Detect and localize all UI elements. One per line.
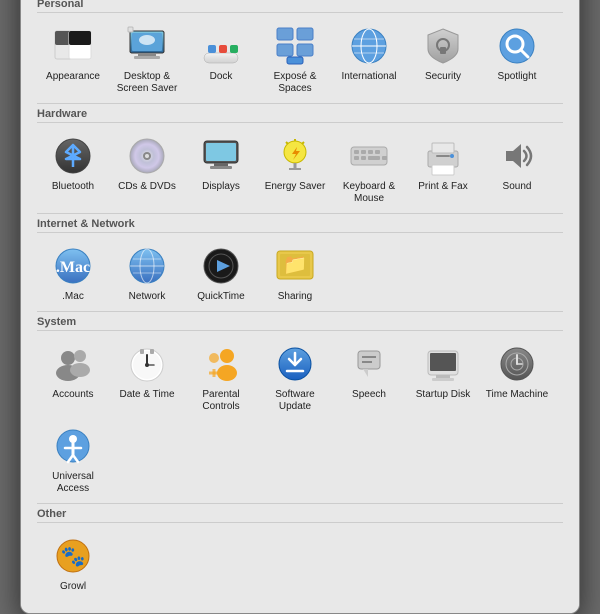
section-label-personal: Personal <box>37 0 563 13</box>
pref-item-datetime[interactable]: Date & Time <box>111 337 183 417</box>
international-icon <box>346 23 392 69</box>
svg-text:📁: 📁 <box>283 254 308 276</box>
software-icon <box>272 341 318 387</box>
desktop-label: Desktop & Screen Saver <box>113 71 181 95</box>
network-icon <box>124 243 170 289</box>
software-label: Software Update <box>261 389 329 413</box>
datetime-icon <box>124 341 170 387</box>
pref-item-dock[interactable]: Dock <box>185 19 257 99</box>
expose-icon <box>272 23 318 69</box>
pref-item-security[interactable]: Security <box>407 19 479 99</box>
section-label-internet: Internet & Network <box>37 218 563 233</box>
bluetooth-label: Bluetooth <box>52 181 94 193</box>
spotlight-label: Spotlight <box>498 71 537 83</box>
energy-icon <box>272 133 318 179</box>
quicktime-icon <box>198 243 244 289</box>
pref-item-mac[interactable]: .Mac .Mac <box>37 239 109 307</box>
pref-item-growl[interactable]: 🐾 Growl <box>37 529 109 597</box>
displays-icon <box>198 133 244 179</box>
displays-label: Displays <box>202 181 240 193</box>
pref-item-appearance[interactable]: Appearance <box>37 19 109 99</box>
pref-item-sound[interactable]: Sound <box>481 129 553 209</box>
pref-item-printfax[interactable]: Print & Fax <box>407 129 479 209</box>
startup-label: Startup Disk <box>416 389 470 401</box>
pref-item-software[interactable]: Software Update <box>259 337 331 417</box>
pref-item-expose[interactable]: Exposé & Spaces <box>259 19 331 99</box>
timemachine-icon <box>494 341 540 387</box>
system-preferences-window: System Preferences ◀ ▶ Show All 🔍 Person… <box>20 0 580 614</box>
sound-icon <box>494 133 540 179</box>
security-label: Security <box>425 71 461 83</box>
keyboard-label: Keyboard & Mouse <box>335 181 403 205</box>
spotlight-icon <box>494 23 540 69</box>
svg-text:🐾: 🐾 <box>61 546 86 568</box>
startup-icon <box>420 341 466 387</box>
svg-text:.Mac: .Mac <box>56 259 90 276</box>
mac-label: .Mac <box>62 291 84 303</box>
section-grid-other: 🐾 Growl <box>37 529 563 597</box>
section-grid-system: Accounts Date & Time Parental ControlsSoft… <box>37 337 563 499</box>
pref-item-quicktime[interactable]: QuickTime <box>185 239 257 307</box>
parental-icon <box>198 341 244 387</box>
network-label: Network <box>129 291 166 303</box>
pref-item-energy[interactable]: Energy Saver <box>259 129 331 209</box>
growl-icon: 🐾 <box>50 533 96 579</box>
mac-icon: .Mac <box>50 243 96 289</box>
pref-item-speech[interactable]: Speech <box>333 337 405 417</box>
speech-icon <box>346 341 392 387</box>
dock-icon <box>198 23 244 69</box>
pref-item-accounts[interactable]: Accounts <box>37 337 109 417</box>
quicktime-label: QuickTime <box>197 291 244 303</box>
sharing-icon: 📁 <box>272 243 318 289</box>
pref-item-cds[interactable]: CDs & DVDs <box>111 129 183 209</box>
growl-label: Growl <box>60 581 86 593</box>
sharing-label: Sharing <box>278 291 312 303</box>
printfax-label: Print & Fax <box>418 181 467 193</box>
bluetooth-icon <box>50 133 96 179</box>
pref-item-sharing[interactable]: 📁 Sharing <box>259 239 331 307</box>
energy-label: Energy Saver <box>265 181 326 193</box>
timemachine-label: Time Machine <box>486 389 548 401</box>
pref-item-international[interactable]: International <box>333 19 405 99</box>
pref-item-timemachine[interactable]: Time Machine <box>481 337 553 417</box>
appearance-icon <box>50 23 96 69</box>
pref-item-startup[interactable]: Startup Disk <box>407 337 479 417</box>
pref-item-universal[interactable]: Universal Access <box>37 419 109 499</box>
section-label-other: Other <box>37 508 563 523</box>
universal-label: Universal Access <box>39 471 107 495</box>
international-label: International <box>341 71 396 83</box>
section-grid-hardware: Bluetooth CDs & DVDs Displays Energy Saver K… <box>37 129 563 209</box>
accounts-icon <box>50 341 96 387</box>
sound-label: Sound <box>503 181 532 193</box>
pref-item-parental[interactable]: Parental Controls <box>185 337 257 417</box>
desktop-icon <box>124 23 170 69</box>
section-grid-internet: .Mac .Mac Network QuickTime 📁 Sharing <box>37 239 563 307</box>
datetime-label: Date & Time <box>119 389 174 401</box>
preferences-content: Personal Appearance Desktop & Screen Saver… <box>21 0 579 613</box>
accounts-label: Accounts <box>52 389 93 401</box>
dock-label: Dock <box>210 71 233 83</box>
parental-label: Parental Controls <box>187 389 255 413</box>
pref-item-displays[interactable]: Displays <box>185 129 257 209</box>
cds-label: CDs & DVDs <box>118 181 176 193</box>
pref-item-desktop[interactable]: Desktop & Screen Saver <box>111 19 183 99</box>
pref-item-network[interactable]: Network <box>111 239 183 307</box>
section-grid-personal: Appearance Desktop & Screen Saver Dock Expo… <box>37 19 563 99</box>
speech-label: Speech <box>352 389 386 401</box>
keyboard-icon <box>346 133 392 179</box>
expose-label: Exposé & Spaces <box>261 71 329 95</box>
pref-item-bluetooth[interactable]: Bluetooth <box>37 129 109 209</box>
section-label-system: System <box>37 316 563 331</box>
pref-item-spotlight[interactable]: Spotlight <box>481 19 553 99</box>
security-icon <box>420 23 466 69</box>
pref-item-keyboard[interactable]: Keyboard & Mouse <box>333 129 405 209</box>
universal-icon <box>50 423 96 469</box>
printfax-icon <box>420 133 466 179</box>
appearance-label: Appearance <box>46 71 100 83</box>
cds-icon <box>124 133 170 179</box>
section-label-hardware: Hardware <box>37 108 563 123</box>
